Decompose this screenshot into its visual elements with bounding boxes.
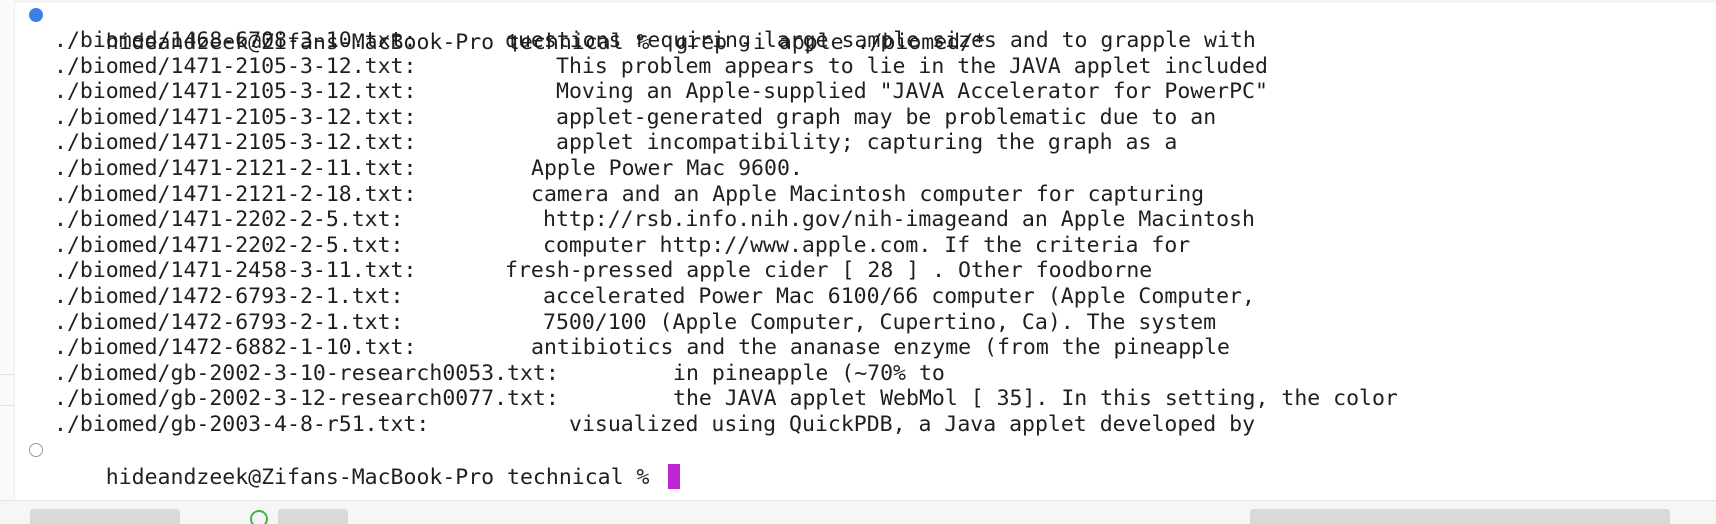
current-prompt-text: hideandzeek@Zifans-MacBook-Pro technical… [105, 465, 663, 490]
result-filename: ./biomed/1472-6793-2-1.txt: [54, 284, 404, 309]
result-line: ./biomed/gb-2003-4-8-r51.txt: visualized … [54, 411, 1704, 439]
result-match-text: 7500/100 (Apple Computer, Cupertino, Ca)… [543, 309, 1217, 335]
result-line: ./biomed/1472-6793-2-1.txt: accelerated P… [54, 283, 1704, 311]
gutter-divider [0, 374, 14, 375]
result-match-text: fresh-pressed apple cider [ 28 ] . Other… [505, 258, 1153, 284]
gutter-divider [0, 405, 14, 406]
result-match-text: camera and an Apple Macintosh computer f… [531, 181, 1205, 207]
result-match-text: Apple Power Mac 9600. [531, 156, 803, 181]
text-cursor [668, 464, 681, 489]
result-line: ./biomed/1471-2105-3-12.txt: applet-gener… [54, 104, 1704, 132]
result-filename: ./biomed/gb-2002-3-10-research0053.txt: [54, 360, 559, 386]
result-filename: ./biomed/1471-2202-2-5.txt: [54, 207, 404, 233]
terminal-window[interactable]: hideandzeek@Zifans-MacBook-Pro technical… [0, 0, 1716, 524]
result-filename: ./biomed/1468-6708-3-10.txt: [54, 28, 417, 53]
result-match-text: the JAVA applet WebMol [ 35]. In this se… [673, 386, 1398, 412]
result-filename: ./biomed/1471-2202-2-5.txt: [54, 232, 404, 258]
current-prompt-line[interactable]: hideandzeek@Zifans-MacBook-Pro technical… [54, 436, 681, 490]
result-filename: ./biomed/1471-2121-2-18.txt: [54, 181, 417, 207]
result-line: ./biomed/1471-2121-2-18.txt: camera and a… [54, 181, 1704, 209]
status-bar-item [30, 509, 180, 524]
result-line: ./biomed/1471-2105-3-12.txt: This problem… [54, 53, 1704, 81]
result-match-text: applet-generated graph may be problemati… [556, 104, 1217, 130]
result-match-text: Moving an Apple-supplied "JAVA Accelerat… [556, 79, 1268, 105]
result-filename: ./biomed/1472-6793-2-1.txt: [54, 309, 404, 335]
result-filename: ./biomed/1471-2105-3-12.txt: [54, 130, 417, 156]
result-match-text: antibiotics and the ananase enzyme (from… [531, 335, 1230, 361]
result-filename: ./biomed/1471-2105-3-12.txt: [54, 104, 417, 130]
result-line: ./biomed/1471-2202-2-5.txt: http://rsb.in… [54, 206, 1704, 234]
result-line: ./biomed/1471-2202-2-5.txt: computer http… [54, 232, 1704, 260]
status-indicator-icon [250, 510, 268, 524]
result-match-text: visualized using QuickPDB, a Java applet… [569, 412, 1256, 437]
result-filename: ./biomed/1471-2105-3-12.txt: [54, 79, 417, 105]
result-line: ./biomed/1472-6882-1-10.txt: antibiotics … [54, 334, 1704, 362]
command-prompt-line: hideandzeek@Zifans-MacBook-Pro technical… [54, 1, 986, 55]
result-filename: ./biomed/1471-2105-3-12.txt: [54, 53, 417, 79]
result-line: ./biomed/1471-2121-2-11.txt: Apple Power … [54, 155, 1704, 183]
status-bar-item [278, 509, 348, 524]
result-match-text: computer http://www.apple.com. If the cr… [543, 232, 1191, 258]
result-match-text: http://rsb.info.nih.gov/nih-imageand an … [543, 207, 1255, 233]
result-line: ./biomed/gb-2002-3-12-research0077.txt: t… [54, 385, 1704, 413]
result-match-text: This problem appears to lie in the JAVA … [556, 53, 1268, 79]
result-filename: ./biomed/gb-2002-3-12-research0077.txt: [54, 386, 559, 412]
previous-command-mark-icon[interactable] [29, 8, 43, 22]
result-line: ./biomed/1471-2105-3-12.txt: applet incom… [54, 129, 1704, 157]
result-line: ./biomed/1471-2105-3-12.txt: Moving an Ap… [54, 78, 1704, 106]
result-match-text: questions requiring large sample sizes a… [505, 28, 1256, 53]
result-line: ./biomed/1471-2458-3-11.txt: fresh-presse… [54, 257, 1704, 285]
status-bar-item [1250, 509, 1670, 524]
result-filename: ./biomed/1472-6882-1-10.txt: [54, 335, 417, 361]
result-line: ./biomed/gb-2002-3-10-research0053.txt: i… [54, 360, 1704, 388]
result-filename: ./biomed/1471-2121-2-11.txt: [54, 156, 417, 181]
status-bar [0, 500, 1716, 524]
result-match-text: in pineapple (~70% to [673, 360, 945, 386]
result-line: ./biomed/1468-6708-3-10.txt: questions re… [54, 27, 1704, 55]
terminal-gutter [0, 0, 15, 500]
result-line: ./biomed/1472-6793-2-1.txt: 7500/100 (App… [54, 309, 1704, 337]
current-command-mark-icon[interactable] [29, 443, 43, 457]
result-match-text: applet incompatibility; capturing the gr… [556, 130, 1178, 156]
result-filename: ./biomed/gb-2003-4-8-r51.txt: [54, 412, 430, 437]
result-match-text: accelerated Power Mac 6100/66 computer (… [543, 284, 1255, 309]
result-filename: ./biomed/1471-2458-3-11.txt: [54, 258, 417, 284]
